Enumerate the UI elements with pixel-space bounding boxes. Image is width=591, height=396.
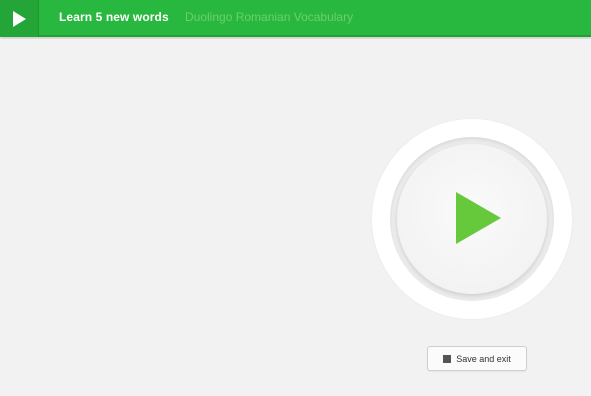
course-subtitle: Duolingo Romanian Vocabulary: [185, 10, 354, 24]
play-icon: [12, 10, 26, 27]
play-icon: [455, 192, 501, 249]
save-and-exit-button[interactable]: Save and exit: [427, 346, 527, 371]
save-and-exit-label: Save and exit: [456, 353, 511, 364]
stop-icon: [443, 354, 452, 363]
top-bar: Learn 5 new words Duolingo Romanian Voca…: [0, 0, 591, 37]
page-title: Learn 5 new words: [59, 10, 169, 24]
header-play-button[interactable]: [0, 0, 39, 37]
